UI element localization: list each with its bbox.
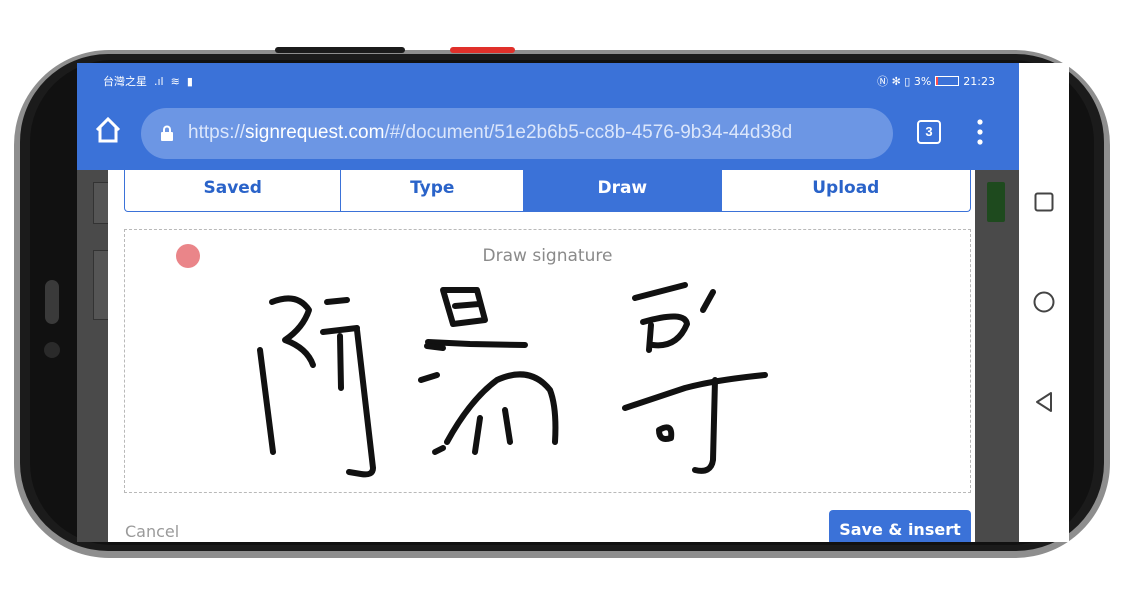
- tab-switcher-button[interactable]: 3: [917, 120, 941, 144]
- home-icon[interactable]: [93, 115, 123, 145]
- tab-saved[interactable]: Saved: [125, 170, 342, 211]
- back-triangle-icon[interactable]: [1034, 391, 1054, 413]
- url-host: signrequest.com: [245, 122, 385, 143]
- url-bar[interactable]: https://signrequest.com/#/document/51e2b…: [141, 108, 893, 159]
- phone-screen: 台灣之星 .ıl ≋ ▮ Ⓝ ✻ ▯ 3% 21:23 https://signr…: [77, 63, 1019, 542]
- web-content: Saved Type Draw Upload Draw signature Ca…: [77, 170, 1019, 542]
- wifi-icon: ≋: [167, 75, 180, 88]
- bluetooth-icon: ✻: [891, 75, 901, 88]
- recents-square-icon[interactable]: [1034, 192, 1054, 212]
- lock-icon: [161, 125, 173, 141]
- vibrate-icon: ▯: [904, 75, 911, 88]
- status-right: Ⓝ ✻ ▯ 3% 21:23: [877, 73, 995, 89]
- volume-button: [275, 47, 405, 53]
- background-page-element: [93, 250, 109, 320]
- home-circle-icon[interactable]: [1033, 291, 1055, 313]
- status-bar: 台灣之星 .ıl ≋ ▮ Ⓝ ✻ ▯ 3% 21:23: [77, 63, 1019, 95]
- signal-icon: .ıl: [150, 75, 164, 88]
- url-scheme: https://: [188, 122, 246, 143]
- front-camera: [44, 342, 60, 358]
- battery-icon: [935, 76, 960, 86]
- tab-draw[interactable]: Draw: [524, 170, 722, 211]
- status-left: 台灣之星 .ıl ≋ ▮: [103, 73, 193, 89]
- background-page-button: [987, 182, 1005, 222]
- carrier-name: 台灣之星: [103, 75, 147, 88]
- signature-mode-tabs: Saved Type Draw Upload: [124, 170, 971, 212]
- signature-canvas[interactable]: Draw signature: [124, 229, 971, 493]
- tab-type[interactable]: Type: [341, 170, 525, 211]
- power-button: [450, 47, 515, 53]
- sim-icon: ▮: [183, 75, 193, 88]
- browser-toolbar: https://signrequest.com/#/document/51e2b…: [77, 95, 1019, 170]
- url-path: /#/document/51e2b6b5-cc8b-4576-9b34-44d3…: [384, 122, 793, 143]
- clock: 21:23: [963, 75, 995, 88]
- battery-percent: 3%: [913, 75, 932, 88]
- earpiece-speaker: [45, 280, 59, 324]
- url-text: https://signrequest.com/#/document/51e2b…: [188, 122, 888, 144]
- save-insert-button[interactable]: Save & insert: [829, 510, 971, 542]
- tab-upload[interactable]: Upload: [722, 170, 970, 211]
- cancel-button[interactable]: Cancel: [125, 522, 179, 541]
- system-navigation-bar: [1019, 63, 1069, 542]
- overflow-menu-icon[interactable]: [977, 119, 983, 145]
- signature-modal: Saved Type Draw Upload Draw signature Ca…: [108, 170, 975, 542]
- background-page-element: [93, 182, 109, 224]
- nfc-icon: Ⓝ: [877, 75, 889, 88]
- handwritten-signature: [257, 282, 768, 478]
